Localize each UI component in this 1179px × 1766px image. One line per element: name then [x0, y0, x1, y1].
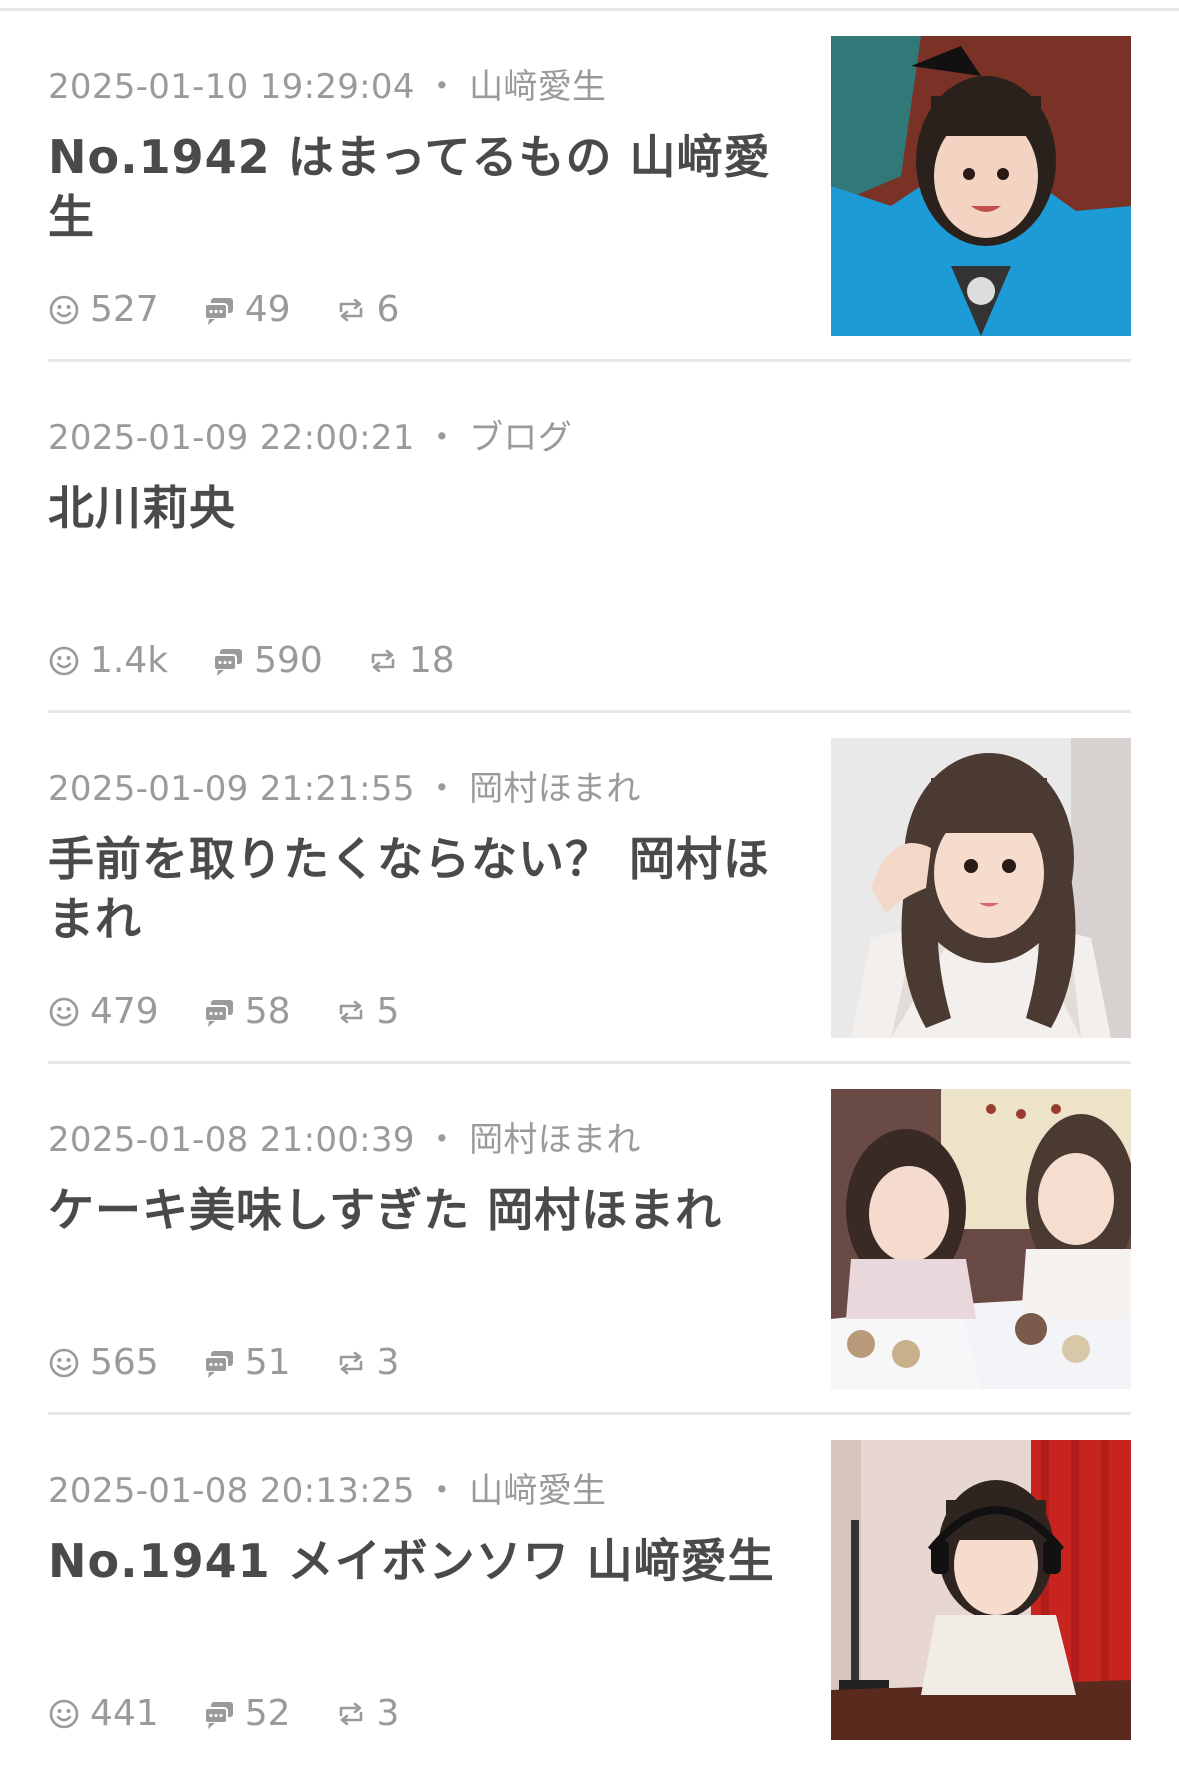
post-date: 2025-01-08 20:13:25: [48, 1471, 415, 1511]
reposts-count: 3: [376, 1693, 400, 1734]
comments-count: 52: [244, 1693, 291, 1734]
likes-stat[interactable]: 527: [48, 289, 159, 330]
reposts-stat[interactable]: 3: [335, 1693, 400, 1734]
likes-count: 479: [90, 991, 159, 1032]
post-title[interactable]: ケーキ美味しすぎた 岡村ほまれ: [48, 1180, 778, 1240]
post-item[interactable]: 2025-01-08 20:13:25 ・山﨑愛生 No.1941 メイボンソワ …: [48, 1415, 1131, 1766]
likes-count: 441: [90, 1693, 159, 1734]
thumbnail-image: [831, 36, 1131, 336]
post-author[interactable]: ブログ: [469, 418, 572, 458]
post-title[interactable]: No.1941 メイボンソワ 山﨑愛生: [48, 1531, 778, 1591]
post-author[interactable]: 山﨑愛生: [469, 67, 606, 107]
post-date: 2025-01-09 22:00:21: [48, 418, 415, 458]
post-thumbnail[interactable]: [831, 1440, 1131, 1740]
comments-stat[interactable]: 49: [203, 289, 291, 330]
speech-bubble-icon: [203, 297, 233, 325]
post-item[interactable]: 2025-01-09 22:00:21 ・ブログ 北川莉央 1.4k 590 18: [48, 362, 1131, 713]
reposts-stat[interactable]: 3: [335, 1342, 400, 1383]
post-stats: 565 51 3: [48, 1342, 443, 1383]
likes-stat[interactable]: 441: [48, 1693, 159, 1734]
post-author[interactable]: 岡村ほまれ: [469, 1120, 641, 1160]
repost-icon: [339, 298, 362, 321]
thumbnail-image: [831, 1089, 1131, 1389]
thumbnail-image: [831, 1440, 1131, 1740]
reposts-count: 5: [376, 991, 400, 1032]
post-meta: 2025-01-08 20:13:25 ・山﨑愛生: [48, 1463, 606, 1512]
comments-count: 590: [254, 640, 323, 681]
smile-icon: [49, 295, 79, 324]
thumbnail-image: [831, 738, 1131, 1038]
comments-stat[interactable]: 58: [203, 991, 291, 1032]
meta-separator: ・: [424, 418, 460, 458]
comments-count: 58: [244, 991, 291, 1032]
reposts-stat[interactable]: 18: [367, 640, 455, 681]
likes-count: 1.4k: [90, 640, 169, 681]
speech-bubble-icon: [203, 1701, 233, 1729]
meta-separator: ・: [424, 769, 460, 809]
post-title[interactable]: 北川莉央: [48, 478, 778, 538]
smile-icon: [49, 1699, 79, 1728]
meta-separator: ・: [424, 1471, 460, 1511]
post-date: 2025-01-10 19:29:04: [48, 67, 415, 107]
post-thumbnail[interactable]: [831, 738, 1131, 1038]
comments-stat[interactable]: 590: [212, 640, 323, 681]
meta-separator: ・: [424, 1120, 460, 1160]
post-stats: 1.4k 590 18: [48, 640, 499, 681]
repost-icon: [339, 1000, 362, 1023]
likes-count: 527: [90, 289, 159, 330]
post-date: 2025-01-09 21:21:55: [48, 769, 415, 809]
reposts-count: 6: [376, 289, 400, 330]
post-item[interactable]: 2025-01-09 21:21:55 ・岡村ほまれ 手前を取りたくならない？ 岡…: [48, 713, 1131, 1064]
likes-stat[interactable]: 1.4k: [48, 640, 168, 681]
smile-icon: [49, 1348, 79, 1377]
reposts-stat[interactable]: 6: [335, 289, 400, 330]
speech-bubble-icon: [203, 1350, 233, 1378]
post-meta: 2025-01-09 21:21:55 ・岡村ほまれ: [48, 761, 641, 810]
post-item[interactable]: 2025-01-10 19:29:04 ・山﨑愛生 No.1942 はまってるもの…: [48, 11, 1131, 362]
reposts-count: 3: [376, 1342, 400, 1383]
post-stats: 441 52 3: [48, 1693, 443, 1734]
post-thumbnail[interactable]: [831, 36, 1131, 336]
repost-icon: [339, 1351, 362, 1374]
post-stats: 527 49 6: [48, 289, 443, 330]
meta-separator: ・: [424, 67, 460, 107]
post-meta: 2025-01-09 22:00:21 ・ブログ: [48, 410, 572, 459]
comments-count: 49: [244, 289, 291, 330]
post-item[interactable]: 2025-01-08 21:00:39 ・岡村ほまれ ケーキ美味しすぎた 岡村ほま…: [48, 1064, 1131, 1415]
post-feed: 2025-01-10 19:29:04 ・山﨑愛生 No.1942 はまってるもの…: [0, 11, 1179, 1766]
post-title[interactable]: 手前を取りたくならない？ 岡村ほまれ: [48, 829, 778, 949]
comments-stat[interactable]: 52: [203, 1693, 291, 1734]
reposts-stat[interactable]: 5: [335, 991, 400, 1032]
speech-bubble-icon: [203, 999, 233, 1027]
likes-stat[interactable]: 479: [48, 991, 159, 1032]
repost-icon: [371, 649, 395, 672]
speech-bubble-icon: [213, 648, 243, 676]
reposts-count: 18: [408, 640, 455, 681]
likes-count: 565: [90, 1342, 159, 1383]
post-date: 2025-01-08 21:00:39: [48, 1120, 415, 1160]
post-meta: 2025-01-10 19:29:04 ・山﨑愛生: [48, 59, 606, 108]
likes-stat[interactable]: 565: [48, 1342, 159, 1383]
comments-count: 51: [244, 1342, 291, 1383]
smile-icon: [49, 646, 79, 675]
post-thumbnail[interactable]: [831, 1089, 1131, 1389]
comments-stat[interactable]: 51: [203, 1342, 291, 1383]
post-meta: 2025-01-08 21:00:39 ・岡村ほまれ: [48, 1112, 641, 1161]
post-author[interactable]: 山﨑愛生: [469, 1471, 606, 1511]
post-title[interactable]: No.1942 はまってるもの 山﨑愛生: [48, 127, 778, 247]
smile-icon: [49, 997, 79, 1026]
post-author[interactable]: 岡村ほまれ: [469, 769, 641, 809]
repost-icon: [339, 1702, 362, 1725]
post-stats: 479 58 5: [48, 991, 443, 1032]
